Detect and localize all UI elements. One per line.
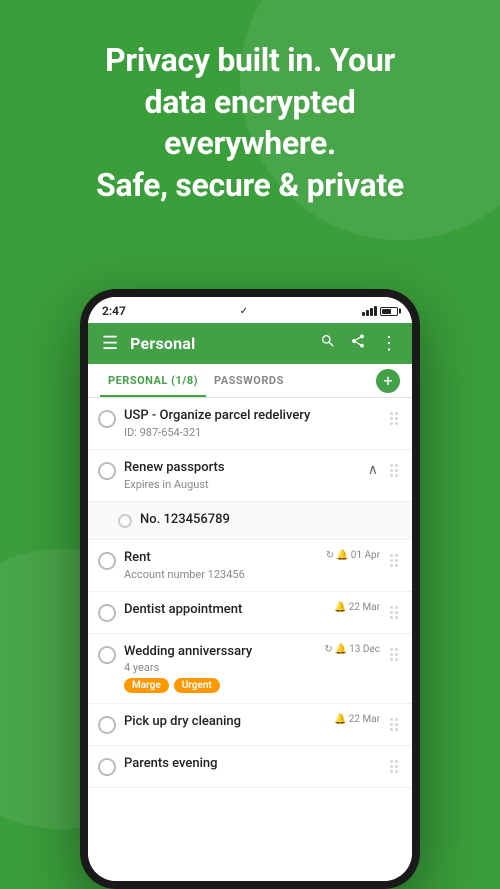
toolbar-title: Personal bbox=[130, 334, 308, 353]
list-item: Rent Account number 123456 ↻ 🔔 01 Apr bbox=[88, 540, 412, 592]
item-content: Pick up dry cleaning bbox=[124, 714, 326, 731]
status-time: 2:47 bbox=[102, 304, 126, 318]
item-subtitle: Expires in August bbox=[124, 478, 358, 491]
task-checkbox[interactable] bbox=[98, 758, 116, 776]
status-icons bbox=[362, 306, 398, 316]
item-content: Dentist appointment bbox=[124, 602, 326, 619]
item-repeat: ↻ 🔔 01 Apr bbox=[326, 550, 380, 561]
task-checkbox[interactable] bbox=[98, 646, 116, 664]
list-item: Dentist appointment 🔔 22 Mar bbox=[88, 592, 412, 634]
item-repeat: ↻ 🔔 13 Dec bbox=[324, 644, 380, 655]
item-title: Rent bbox=[124, 550, 318, 567]
header-text: Privacy built in. Your data encrypted ev… bbox=[0, 0, 500, 236]
tag-marge[interactable]: Marge bbox=[124, 678, 169, 693]
tabs-bar: PERSONAL (1/8) PASSWORDS + bbox=[88, 364, 412, 398]
phone-mockup: 2:47 ✓ ☰ Perso bbox=[80, 289, 420, 889]
search-icon[interactable] bbox=[318, 331, 338, 356]
item-date: 01 Apr bbox=[351, 550, 380, 561]
item-title: Pick up dry cleaning bbox=[124, 714, 326, 731]
item-meta: ↻ 🔔 01 Apr bbox=[326, 550, 380, 561]
item-meta: ↻ 🔔 13 Dec bbox=[324, 644, 380, 655]
item-title: Dentist appointment bbox=[124, 602, 326, 619]
list-item: Parents evening bbox=[88, 746, 412, 788]
drag-handle[interactable] bbox=[388, 460, 400, 481]
bell-icon: 🔔 bbox=[334, 714, 346, 725]
item-content: Rent Account number 123456 bbox=[124, 550, 318, 581]
bell-icon: 🔔 bbox=[335, 644, 347, 655]
task-checkbox[interactable] bbox=[98, 716, 116, 734]
task-checkbox[interactable] bbox=[98, 552, 116, 570]
repeat-icon: ↻ bbox=[324, 644, 332, 655]
item-date: 🔔 22 Mar bbox=[334, 714, 380, 725]
item-subtitle: Account number 123456 bbox=[124, 568, 318, 581]
tags-row: Marge Urgent bbox=[124, 678, 316, 693]
list-item: Pick up dry cleaning 🔔 22 Mar bbox=[88, 704, 412, 746]
task-checkbox[interactable] bbox=[118, 514, 132, 528]
item-meta: 🔔 22 Mar bbox=[334, 714, 380, 725]
drag-handle[interactable] bbox=[388, 550, 400, 571]
drag-handle[interactable] bbox=[388, 408, 400, 429]
item-title: Wedding anniverssary bbox=[124, 644, 316, 661]
more-options-icon[interactable]: ⋮ bbox=[378, 331, 400, 356]
item-subtitle: ID: 987-654-321 bbox=[124, 426, 380, 439]
item-content: Renew passports Expires in August bbox=[124, 460, 358, 491]
item-title: Renew passports bbox=[124, 460, 358, 477]
tab-passwords[interactable]: PASSWORDS bbox=[206, 364, 292, 397]
signal-icon bbox=[362, 306, 377, 316]
repeat-icon: ↻ bbox=[326, 550, 334, 561]
list-item: Wedding anniverssary 4 years Marge Urgen… bbox=[88, 634, 412, 705]
list-item: Renew passports Expires in August ∧ bbox=[88, 450, 412, 502]
item-meta: 🔔 22 Mar bbox=[334, 602, 380, 613]
item-content: Wedding anniverssary 4 years Marge Urgen… bbox=[124, 644, 316, 694]
app-toolbar: ☰ Personal ⋮ bbox=[88, 323, 412, 364]
bell-icon: 🔔 bbox=[336, 550, 348, 561]
battery-icon bbox=[380, 307, 398, 316]
drag-handle[interactable] bbox=[388, 602, 400, 623]
item-content: No. 123456789 bbox=[140, 512, 400, 529]
status-check-icon: ✓ bbox=[240, 306, 248, 317]
task-checkbox[interactable] bbox=[98, 462, 116, 480]
item-subtitle: 4 years bbox=[124, 661, 316, 674]
tab-personal[interactable]: PERSONAL (1/8) bbox=[100, 364, 206, 397]
item-title: No. 123456789 bbox=[140, 512, 400, 529]
share-icon[interactable] bbox=[348, 331, 368, 356]
list-item-child: No. 123456789 bbox=[88, 502, 412, 540]
add-tab-button[interactable]: + bbox=[376, 369, 400, 393]
item-title: USP - Organize parcel redelivery bbox=[124, 408, 380, 425]
hamburger-menu-icon[interactable]: ☰ bbox=[100, 331, 120, 356]
bell-icon: 🔔 bbox=[334, 602, 346, 613]
drag-handle[interactable] bbox=[388, 714, 400, 735]
item-title: Parents evening bbox=[124, 756, 380, 773]
tag-urgent[interactable]: Urgent bbox=[174, 678, 220, 693]
item-content: USP - Organize parcel redelivery ID: 987… bbox=[124, 408, 380, 439]
drag-handle[interactable] bbox=[388, 756, 400, 777]
status-bar: 2:47 ✓ bbox=[88, 297, 412, 323]
drag-handle[interactable] bbox=[388, 644, 400, 665]
task-checkbox[interactable] bbox=[98, 410, 116, 428]
item-date: 🔔 22 Mar bbox=[334, 602, 380, 613]
collapse-expand-icon[interactable]: ∧ bbox=[366, 460, 380, 480]
list-item: USP - Organize parcel redelivery ID: 987… bbox=[88, 398, 412, 450]
task-checkbox[interactable] bbox=[98, 604, 116, 622]
task-list: USP - Organize parcel redelivery ID: 987… bbox=[88, 398, 412, 881]
item-content: Parents evening bbox=[124, 756, 380, 773]
